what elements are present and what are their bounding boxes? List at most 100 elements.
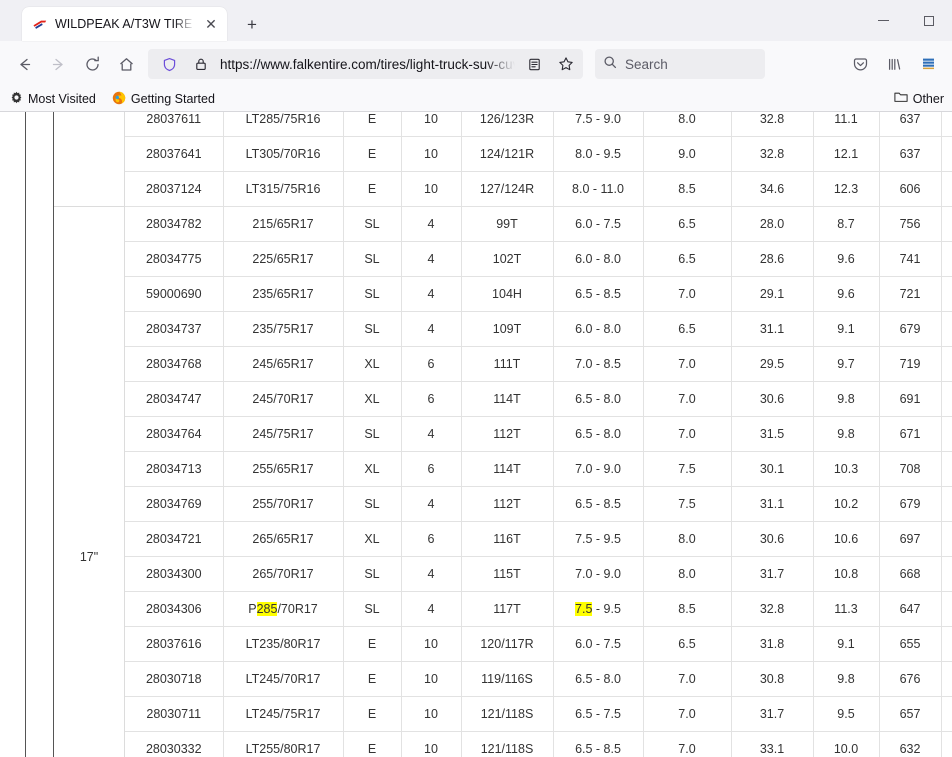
table-cell: 28037611 bbox=[125, 112, 224, 137]
table-cell: 8.0 bbox=[643, 112, 732, 137]
table-cell: 4 bbox=[401, 416, 462, 452]
table-row: 28034775 225/65R17 SL 4 102T 6.0 - 8.0 6.5 28.6… bbox=[125, 241, 952, 277]
table-cell: 12.1 bbox=[813, 136, 880, 172]
table-cell: 13 bbox=[941, 556, 952, 592]
page-border-outer bbox=[25, 112, 26, 757]
table-row: 28030718 LT245/70R17 E 10 119/116S 6.5 - 8.0 7… bbox=[125, 661, 952, 697]
table-cell: 13 bbox=[941, 346, 952, 382]
table-cell: LT245/70R17 bbox=[223, 661, 344, 697]
padlock-icon[interactable] bbox=[188, 51, 214, 77]
bookmark-most-visited[interactable]: Most Visited bbox=[4, 89, 102, 109]
home-button[interactable] bbox=[110, 48, 142, 80]
sidebar-list-icon[interactable] bbox=[912, 48, 944, 80]
table-cell: 10 bbox=[401, 136, 462, 172]
table-cell: 104H bbox=[461, 276, 554, 312]
search-input-placeholder[interactable]: Search bbox=[625, 57, 668, 72]
table-cell: 719 bbox=[879, 346, 942, 382]
table-row: 28030332 LT255/80R17 E 10 121/118S 6.5 - 8.5 7… bbox=[125, 731, 952, 757]
table-cell: 7.0 - 9.0 bbox=[553, 556, 644, 592]
library-icon[interactable] bbox=[878, 48, 910, 80]
table-cell: 32.8 bbox=[731, 591, 814, 627]
url-text[interactable]: https://www.falkentire.com/tires/light-t… bbox=[220, 57, 515, 72]
bookmark-label: Getting Started bbox=[130, 92, 215, 106]
page-viewport[interactable]: 17" 28037611 LT285/75R16 E 10 126/123R 7.5 - … bbox=[0, 112, 952, 757]
table-cell: 6 bbox=[401, 381, 462, 417]
table-cell: 8.0 - 11.0 bbox=[553, 171, 644, 207]
forward-button[interactable] bbox=[42, 48, 74, 80]
reader-view-icon[interactable] bbox=[521, 51, 547, 77]
table-row: 28034769 255/70R17 SL 4 112T 6.5 - 8.5 7.5 31.1… bbox=[125, 486, 952, 522]
minimize-icon bbox=[877, 20, 889, 21]
table-cell: 13 bbox=[941, 276, 952, 312]
table-cell: 13 bbox=[941, 591, 952, 627]
table-cell: 13 bbox=[941, 451, 952, 487]
table-cell: 121/118S bbox=[461, 696, 554, 732]
table-cell: 9.6 bbox=[813, 276, 880, 312]
table-cell: 4 bbox=[401, 311, 462, 347]
size-group-label: 17" bbox=[79, 549, 99, 564]
table-cell: 6.5 bbox=[643, 241, 732, 277]
bookmark-label: Other bbox=[912, 91, 944, 106]
table-row: 28034747 245/70R17 XL 6 114T 6.5 - 8.0 7.0 30.6… bbox=[125, 381, 952, 417]
close-tab-icon[interactable]: ✕ bbox=[201, 14, 221, 34]
save-to-pocket-icon[interactable] bbox=[844, 48, 876, 80]
table-cell: 10.0 bbox=[813, 731, 880, 757]
new-tab-button[interactable]: + bbox=[237, 9, 267, 39]
table-cell: 7.0 bbox=[643, 381, 732, 417]
table-cell: LT245/75R17 bbox=[223, 696, 344, 732]
bookmark-getting-started[interactable]: Getting Started bbox=[106, 89, 221, 110]
table-cell: 676 bbox=[879, 661, 942, 697]
maximize-window-button[interactable] bbox=[906, 0, 952, 41]
table-cell: 109T bbox=[461, 311, 554, 347]
table-cell: 9.8 bbox=[813, 381, 880, 417]
table-cell: 28030711 bbox=[125, 696, 224, 732]
table-cell: 28030332 bbox=[125, 731, 224, 757]
table-cell: 9.8 bbox=[813, 416, 880, 452]
back-button[interactable] bbox=[8, 48, 40, 80]
highlighted-text: 7.5 bbox=[575, 602, 593, 616]
table-cell: 9.7 bbox=[813, 346, 880, 382]
highlighted-text: 285 bbox=[256, 602, 278, 616]
search-bar[interactable]: Search bbox=[595, 49, 765, 79]
reload-button[interactable] bbox=[76, 48, 108, 80]
table-row: 28034764 245/75R17 SL 4 112T 6.5 - 8.0 7.0 31.5… bbox=[125, 416, 952, 452]
table-cell: 7.0 bbox=[643, 661, 732, 697]
table-cell: 28030718 bbox=[125, 661, 224, 697]
table-cell: XL bbox=[343, 451, 402, 487]
table-cell: 31.1 bbox=[731, 311, 814, 347]
table-cell: 7.5 - 9.0 bbox=[553, 112, 644, 137]
table-cell: 28034306 bbox=[125, 591, 224, 627]
table-row: 28037124 LT315/75R16 E 10 127/124R 8.0 - 11.0… bbox=[125, 171, 952, 207]
table-cell: 119/116S bbox=[461, 661, 554, 697]
navigation-toolbar: https://www.falkentire.com/tires/light-t… bbox=[0, 41, 952, 87]
table-cell: 9.1 bbox=[813, 311, 880, 347]
tracking-protection-shield-icon[interactable] bbox=[156, 51, 182, 77]
bookmarks-toolbar: Most Visited Getting Started Other bbox=[0, 87, 952, 112]
table-cell: 31.8 bbox=[731, 626, 814, 662]
table-cell: 632 bbox=[879, 731, 942, 757]
bookmark-star-icon[interactable] bbox=[553, 51, 579, 77]
table-cell: SL bbox=[343, 486, 402, 522]
table-cell: 28037616 bbox=[125, 626, 224, 662]
table-cell: 6.0 - 7.5 bbox=[553, 206, 644, 242]
table-cell: 606 bbox=[879, 171, 942, 207]
table-cell: 10 bbox=[401, 661, 462, 697]
table-cell: 215/65R17 bbox=[223, 206, 344, 242]
bookmark-other-folder[interactable]: Other bbox=[888, 89, 950, 108]
browser-tab[interactable]: WILDPEAK A/T3W TIRE | Falken ✕ bbox=[22, 7, 227, 41]
table-cell: LT305/70R16 bbox=[223, 136, 344, 172]
table-cell: 112T bbox=[461, 486, 554, 522]
table-cell: 10 bbox=[401, 626, 462, 662]
table-cell: 679 bbox=[879, 486, 942, 522]
table-cell: 31.7 bbox=[731, 556, 814, 592]
table-cell: 10 bbox=[401, 171, 462, 207]
table-cell: 637 bbox=[879, 136, 942, 172]
table-cell: SL bbox=[343, 241, 402, 277]
table-cell: 6.5 - 7.5 bbox=[553, 696, 644, 732]
minimize-window-button[interactable] bbox=[860, 0, 906, 41]
table-cell: 245/65R17 bbox=[223, 346, 344, 382]
table-cell: SL bbox=[343, 416, 402, 452]
folder-icon bbox=[894, 91, 908, 106]
table-cell: 59000690 bbox=[125, 276, 224, 312]
address-bar[interactable]: https://www.falkentire.com/tires/light-t… bbox=[148, 49, 583, 79]
